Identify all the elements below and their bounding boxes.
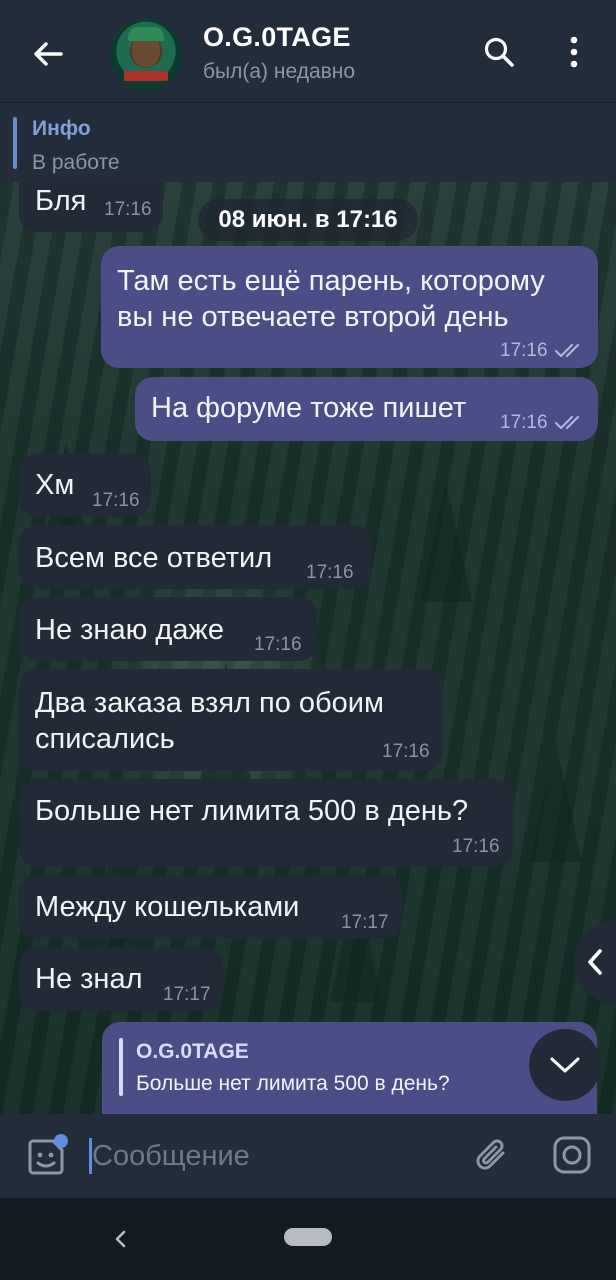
bg-tree: [420, 482, 472, 602]
double-check-icon: [555, 344, 579, 357]
avatar-tag: [124, 71, 168, 81]
message-time: 17:16: [254, 634, 302, 655]
message-text: Хм: [35, 469, 75, 501]
message-incoming[interactable]: Между кошельками 17:17: [19, 875, 402, 939]
message-text-line: Два заказа взял по обоим: [35, 687, 384, 719]
message-input-bar: [0, 1114, 616, 1198]
more-vert-icon: [570, 36, 578, 68]
message-input[interactable]: [92, 1134, 452, 1178]
pinned-bar: [13, 117, 17, 169]
avatar-cap: [128, 27, 164, 41]
pinned-message[interactable]: Инфо В работе: [0, 102, 616, 182]
message-incoming[interactable]: Хм 17:16: [19, 453, 151, 517]
reply-text: Больше нет лимита 500 в день?: [136, 1072, 450, 1095]
message-text: Не знал: [35, 963, 143, 995]
side-panel-button[interactable]: [574, 920, 616, 1004]
chat-title[interactable]: O.G.0TAGE: [203, 22, 351, 53]
nav-home-pill[interactable]: [284, 1228, 332, 1246]
message-incoming[interactable]: Не знал 17:17: [19, 947, 223, 1011]
message-time: 17:16: [382, 741, 430, 762]
nav-back-icon[interactable]: [108, 1224, 132, 1254]
pinned-text: В работе: [32, 151, 120, 174]
message-time: 17:17: [341, 912, 389, 933]
back-button[interactable]: [28, 34, 68, 74]
message-outgoing-reply[interactable]: O.G.0TAGE Больше нет лимита 500 в день?: [102, 1022, 597, 1114]
message-incoming[interactable]: Бля 17:16: [19, 182, 163, 232]
message-text-line: Там есть ещё парень, которому: [117, 265, 545, 297]
chat-status: был(а) недавно: [203, 60, 356, 83]
system-nav-bar: [0, 1198, 616, 1280]
message-outgoing[interactable]: На форуме тоже пишет 17:16: [135, 377, 598, 441]
scroll-down-button[interactable]: [529, 1029, 601, 1101]
pinned-title: Инфо: [32, 117, 91, 140]
camera-icon[interactable]: [551, 1134, 593, 1176]
attach-icon[interactable]: [472, 1136, 512, 1176]
avatar[interactable]: [110, 19, 182, 91]
search-icon: [484, 37, 514, 67]
more-button[interactable]: [554, 32, 594, 72]
message-text-line: списались: [35, 723, 175, 755]
search-button[interactable]: [479, 32, 519, 72]
message-time: 17:16: [500, 412, 548, 433]
message-text: Между кошельками: [35, 891, 300, 923]
message-text: Бля: [35, 185, 87, 217]
message-time: 17:17: [163, 984, 211, 1005]
message-incoming[interactable]: Всем все ответил 17:16: [19, 525, 371, 589]
message-time: 17:16: [452, 836, 500, 857]
date-pill: 08 июн. в 17:16: [198, 199, 418, 241]
chevron-down-icon: [550, 1057, 580, 1073]
reply-bar: [119, 1038, 123, 1096]
back-arrow-icon: [34, 42, 63, 66]
bg-tree: [530, 742, 582, 862]
reply-author: O.G.0TAGE: [136, 1040, 249, 1063]
message-time: 17:16: [104, 199, 152, 220]
message-time: 17:16: [92, 490, 140, 511]
message-text: На форуме тоже пишет: [151, 392, 467, 424]
message-time: 17:16: [500, 340, 548, 361]
message-incoming[interactable]: Два заказа взял по обоим списались 17:16: [19, 669, 443, 771]
chat-area[interactable]: Бля 17:16 08 июн. в 17:16 Там есть ещё п…: [0, 182, 616, 1114]
message-text-line: вы не отвечаете второй день: [117, 301, 509, 333]
message-incoming[interactable]: Больше нет лимита 500 в день? 17:16: [19, 779, 513, 867]
message-text: Не знаю даже: [35, 614, 224, 646]
message-incoming[interactable]: Не знаю даже 17:16: [19, 597, 317, 661]
message-text: Больше нет лимита 500 в день?: [35, 795, 469, 827]
emoji-notification-dot: [54, 1134, 68, 1148]
message-time: 17:16: [306, 562, 354, 583]
message-text: Всем все ответил: [35, 542, 273, 574]
message-outgoing[interactable]: Там есть ещё парень, которому вы не отве…: [101, 246, 598, 368]
chevron-left-icon: [588, 949, 602, 975]
chat-header: O.G.0TAGE был(а) недавно: [0, 0, 616, 102]
double-check-icon: [555, 416, 579, 429]
